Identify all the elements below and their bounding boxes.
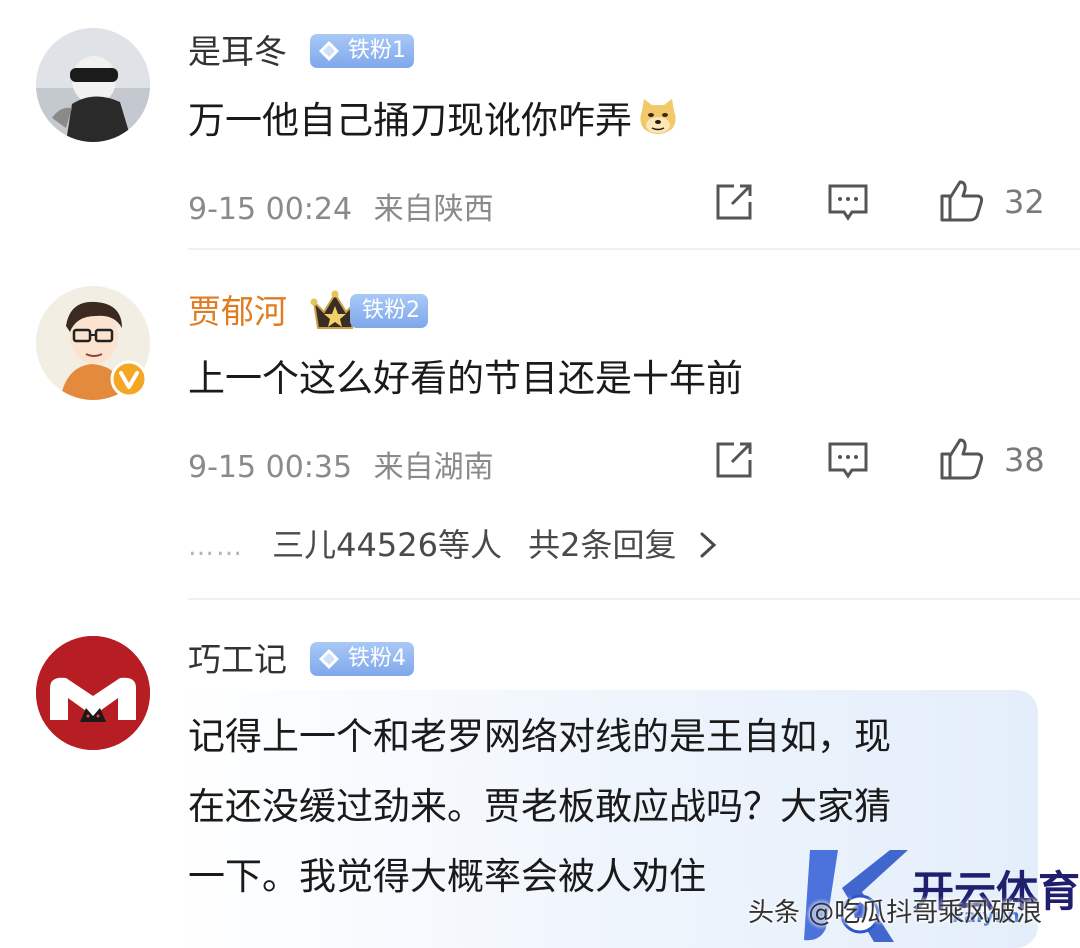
comment-text: 万一他自己捅刀现讹你咋弄 bbox=[188, 92, 680, 150]
location: 来自陕西 bbox=[373, 192, 494, 227]
comment-text-line-3: 一下。我觉得大概率会被人劝住 bbox=[188, 855, 706, 898]
verified-icon bbox=[110, 360, 148, 398]
username[interactable]: 贾郁河 bbox=[188, 292, 287, 332]
comment-text-line-1: 记得上一个和老罗网络对线的是王自如，现 bbox=[188, 715, 891, 758]
replies-link[interactable]: …… 三儿44526等人 共2条回复 bbox=[188, 520, 719, 566]
timestamp: 9-15 00:35 bbox=[188, 450, 353, 485]
chevron-right-icon bbox=[700, 532, 716, 558]
comment-icon[interactable] bbox=[826, 438, 870, 482]
comment-text: 上一个这么好看的节目还是十年前 bbox=[188, 357, 743, 400]
divider bbox=[188, 248, 1080, 250]
timestamp: 9-15 00:24 bbox=[188, 192, 353, 227]
doge-icon bbox=[636, 95, 680, 139]
location: 来自湖南 bbox=[373, 450, 494, 485]
avatar[interactable] bbox=[36, 636, 150, 750]
comment-icon[interactable] bbox=[826, 180, 870, 224]
comment-meta: 9-15 00:24 来自陕西 bbox=[188, 184, 494, 228]
avatar[interactable] bbox=[36, 28, 150, 142]
badge-label: 铁粉2 bbox=[362, 298, 420, 323]
like-icon[interactable] bbox=[938, 434, 986, 482]
share-icon[interactable] bbox=[712, 438, 756, 482]
like-count: 32 bbox=[1004, 183, 1045, 221]
reply-count: 共2条回复 bbox=[528, 526, 677, 564]
diamond-icon bbox=[319, 649, 339, 669]
fan-badge[interactable]: 铁粉1 bbox=[310, 34, 414, 68]
username[interactable]: 是耳冬 bbox=[188, 32, 287, 72]
share-icon[interactable] bbox=[712, 180, 756, 224]
fan-badge[interactable]: 铁粉4 bbox=[310, 642, 414, 676]
divider bbox=[188, 598, 1080, 600]
replies-dots: …… bbox=[188, 532, 244, 562]
badge-label: 铁粉4 bbox=[348, 646, 406, 671]
reply-users: 三儿44526等人 bbox=[272, 526, 502, 564]
like-count: 38 bbox=[1004, 441, 1045, 479]
username[interactable]: 巧工记 bbox=[188, 640, 287, 680]
comment-meta: 9-15 00:35 来自湖南 bbox=[188, 442, 494, 486]
diamond-icon bbox=[319, 41, 339, 61]
watermark: 头条 @吃瓜抖哥乘风破浪 bbox=[748, 898, 1043, 928]
badge-label: 铁粉1 bbox=[348, 38, 406, 63]
fan-badge[interactable]: 铁粉2 bbox=[350, 294, 428, 328]
comment-text-line-2: 在还没缓过劲来。贾老板敢应战吗？大家猜 bbox=[188, 785, 891, 828]
kaiyun-logo-icon bbox=[804, 850, 908, 942]
like-icon[interactable] bbox=[938, 176, 986, 224]
